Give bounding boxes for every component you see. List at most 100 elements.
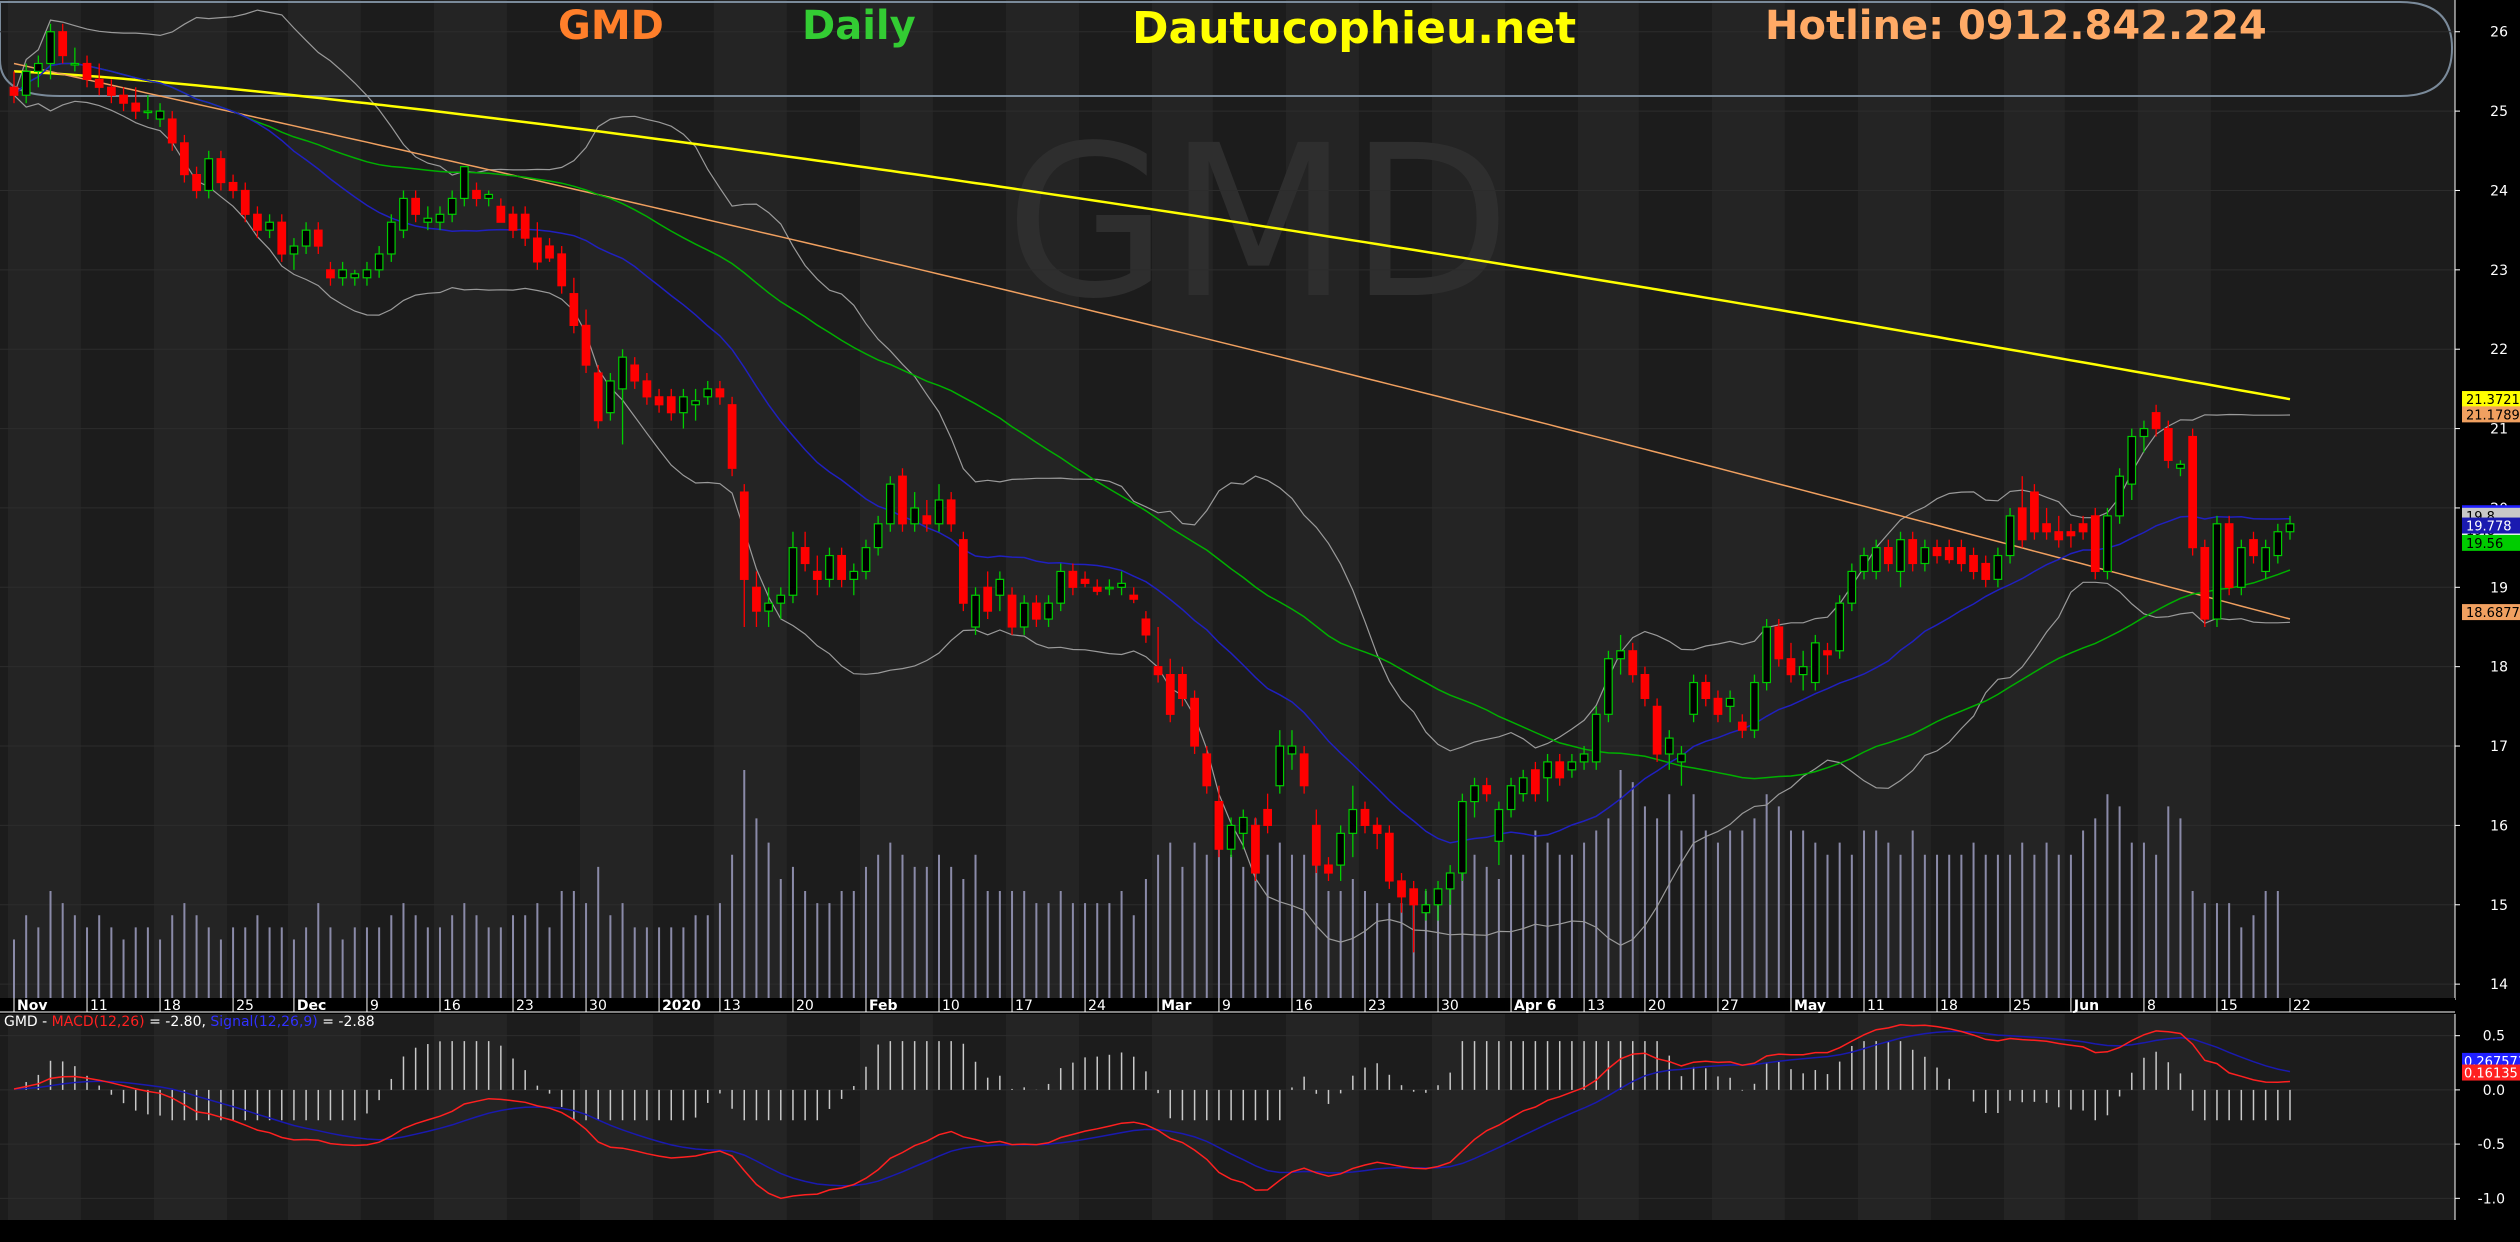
x-tick-label: 11 — [1867, 998, 1885, 1014]
candle-body — [131, 102, 141, 112]
candle-body — [1506, 785, 1516, 811]
candle-body — [1737, 721, 1747, 731]
header-period: Daily — [802, 3, 916, 49]
candle-body — [277, 221, 287, 255]
candle-body — [1238, 816, 1248, 834]
candle-body — [1190, 697, 1199, 747]
chart-canvas: GMD 14 15 16 17 18 19 20 21 22 23 24 25 26 21.372121.1… — [0, 0, 2520, 1238]
candle-body — [2163, 427, 2173, 461]
candle-body — [1470, 785, 1479, 803]
candle-body — [1068, 570, 1078, 588]
candle-body — [289, 245, 299, 255]
candle-body — [1032, 602, 1041, 620]
candle-body — [350, 273, 360, 279]
x-tick-label: 25 — [236, 998, 254, 1014]
candle-body — [1798, 666, 1808, 676]
week-band — [1005, 1014, 1079, 1220]
candle-body — [435, 213, 445, 223]
candle-body — [1117, 582, 1126, 588]
week-band — [2137, 0, 2211, 1000]
candle-body — [484, 193, 494, 200]
candle-body — [2151, 412, 2161, 430]
candle-body — [1713, 697, 1723, 715]
macd-legend-signal-value: = -2.88 — [317, 1014, 375, 1030]
candle-body — [216, 158, 226, 184]
candle-body — [374, 253, 384, 271]
candle-body — [1202, 753, 1212, 787]
candle-body — [423, 217, 433, 223]
candle-body — [1981, 562, 1991, 580]
macd-legend-prefix: GMD - — [4, 1014, 52, 1030]
candle-body — [1810, 642, 1820, 684]
candle-body — [1701, 681, 1711, 700]
x-tick-label: 18 — [163, 998, 181, 1014]
candle-body — [1762, 626, 1772, 684]
week-band — [1285, 1014, 1359, 1220]
candle-body — [2115, 475, 2124, 517]
x-tick-label: 18 — [1940, 998, 1958, 1014]
candle-body — [447, 197, 457, 215]
candle-body — [1421, 904, 1431, 914]
price-tag-label: 19.778 — [2466, 520, 2512, 535]
candle-body — [1044, 602, 1053, 620]
price-tag-label: 21.3721 — [2466, 393, 2520, 408]
x-tick-label: Dec — [297, 998, 326, 1014]
candle-body — [1677, 753, 1686, 763]
candle-body — [825, 554, 834, 580]
macd-panel-bg — [0, 1014, 2455, 1220]
candle-body — [1360, 808, 1370, 826]
x-tick-label: 17 — [1015, 998, 1033, 1014]
candle-body — [1105, 586, 1114, 590]
candle-body — [119, 94, 128, 104]
candle-body — [1920, 547, 1930, 565]
candle-body — [2224, 523, 2234, 588]
candle-body — [2176, 463, 2185, 469]
candle-body — [1871, 547, 1881, 573]
candle-body — [666, 396, 676, 414]
week-band — [713, 1014, 787, 1220]
candle-body — [2212, 523, 2222, 620]
candle-body — [849, 570, 859, 580]
candle-body — [812, 570, 822, 580]
candle-body — [1579, 753, 1589, 763]
candle-body — [2127, 435, 2137, 485]
header-site: Dautucophieu.net — [1132, 3, 1577, 54]
candle-body — [21, 70, 31, 96]
candle-body — [1604, 658, 1613, 715]
candle-body — [1092, 586, 1102, 592]
candle-body — [82, 62, 92, 80]
candle-body — [1957, 547, 1966, 565]
candle-body — [2005, 515, 2015, 557]
week-band — [287, 0, 361, 1000]
candle-body — [1445, 872, 1455, 890]
x-tick-label: 20 — [796, 998, 814, 1014]
x-tick-label: Mar — [1161, 998, 1191, 1014]
x-tick-label: Jun — [2073, 998, 2099, 1014]
x-tick-label: 15 — [2220, 998, 2238, 1014]
candle-body — [861, 547, 871, 573]
candle-body — [1908, 539, 1918, 565]
candle-body — [606, 380, 615, 414]
candle-body — [715, 388, 725, 398]
candle-body — [873, 523, 883, 549]
price-tick-label: 24 — [2490, 183, 2508, 199]
candle-body — [654, 396, 664, 406]
candle-body — [958, 539, 968, 604]
candle-body — [557, 253, 567, 287]
macd-legend-macd-value: = -2.80, — [144, 1014, 211, 1030]
candle-body — [94, 78, 104, 88]
candle-body — [265, 221, 274, 231]
candle-body — [1214, 800, 1224, 850]
candle-body — [167, 118, 177, 144]
candle-body — [1457, 800, 1467, 874]
candle-body — [532, 237, 542, 263]
candle-body — [1482, 785, 1492, 795]
x-tick-label: Apr 6 — [1514, 998, 1556, 1014]
candle-body — [386, 221, 396, 255]
candle-body — [1774, 626, 1784, 660]
candle-body — [1494, 808, 1504, 842]
candle-body — [1311, 824, 1321, 866]
candle-body — [2285, 523, 2295, 533]
candle-body — [2078, 523, 2088, 533]
candle-body — [1689, 681, 1698, 715]
